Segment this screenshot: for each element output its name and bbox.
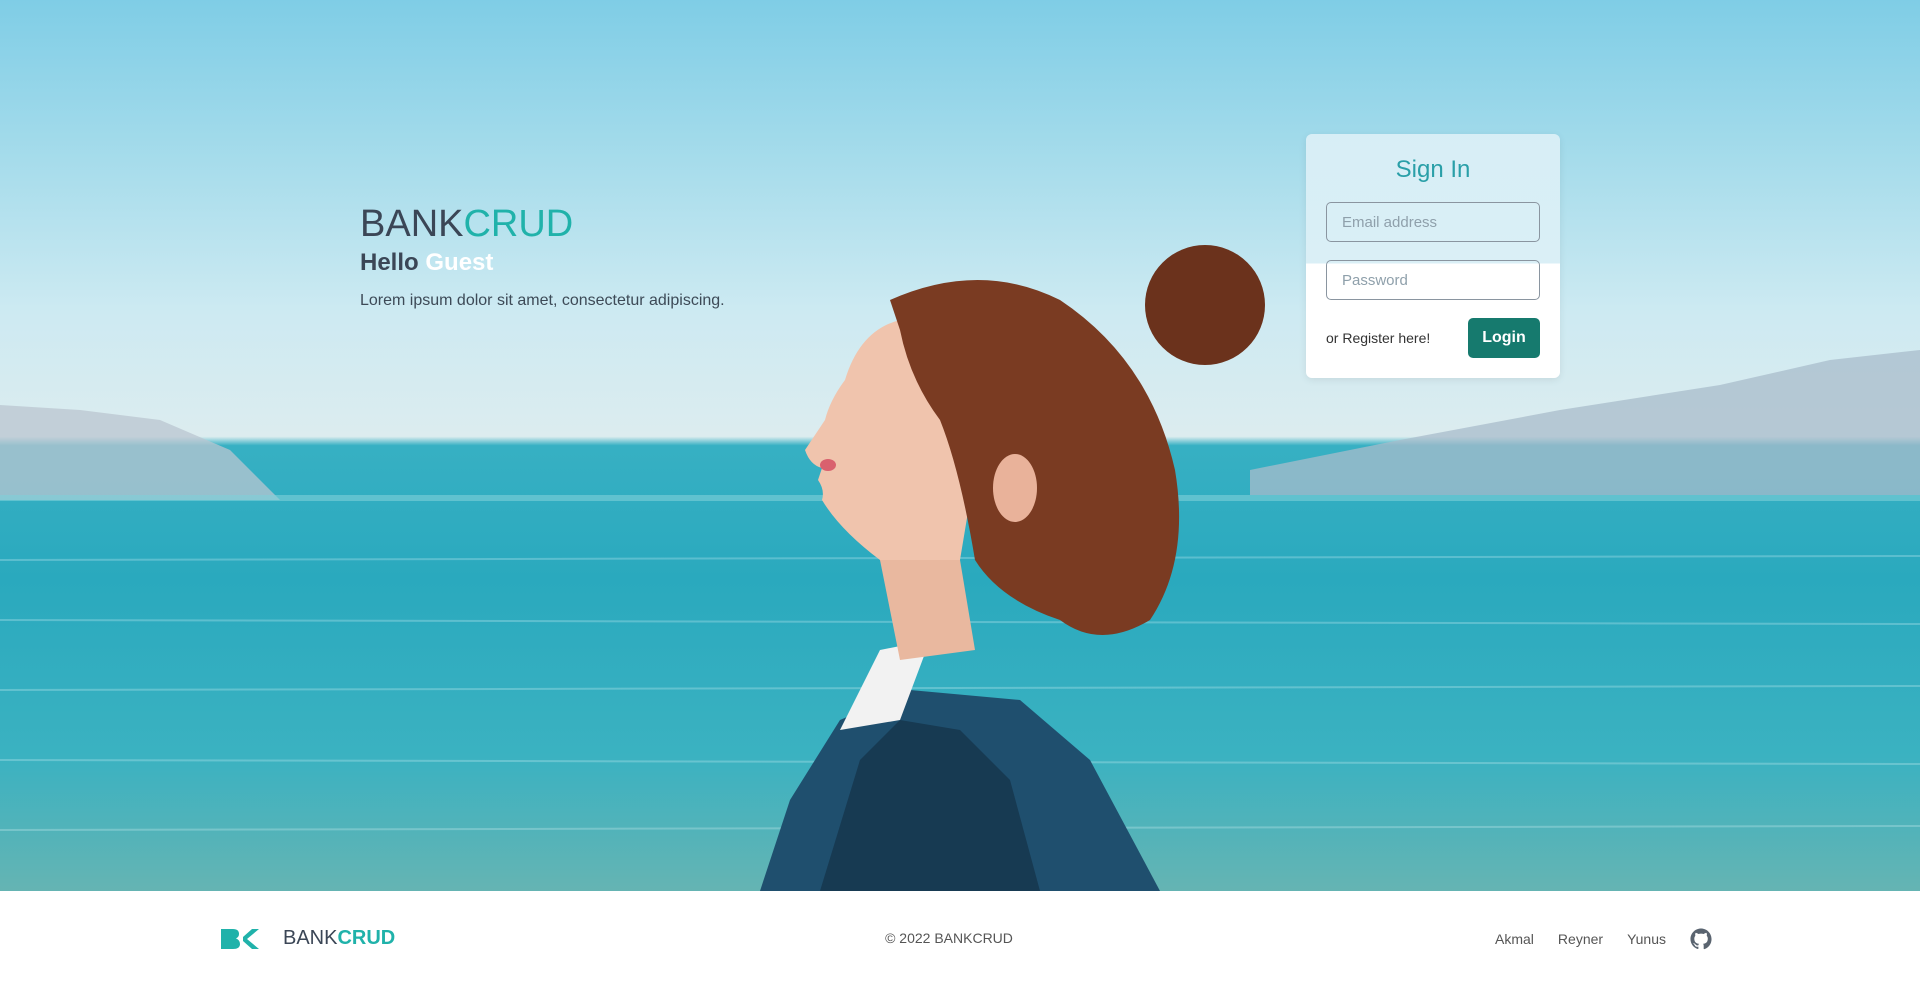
hello-heading: Hello Guest	[360, 248, 725, 278]
footer: BANKCRUD © 2022 BANKCRUD Akmal Reyner Yu…	[0, 891, 1920, 984]
person-figure	[760, 245, 1265, 891]
footer-link-reyner[interactable]: Reyner	[1558, 931, 1603, 947]
footer-link-akmal[interactable]: Akmal	[1495, 931, 1534, 947]
guest-name: Guest	[425, 249, 494, 276]
hero-brand-block: BANKCRUD Hello Guest Lorem ipsum dolor s…	[360, 200, 725, 310]
hero-description: Lorem ipsum dolor sit amet, consectetur …	[360, 292, 725, 309]
hello-text: Hello	[360, 249, 419, 276]
hero-photo	[0, 245, 1920, 891]
hills-left	[0, 405, 280, 500]
register-link[interactable]: or Register here!	[1326, 330, 1430, 346]
hero-brand-title: BANKCRUD	[360, 200, 725, 248]
footer-link-yunus[interactable]: Yunus	[1627, 931, 1666, 947]
password-field[interactable]	[1326, 260, 1540, 300]
login-button[interactable]: Login	[1468, 318, 1540, 358]
hero-background: BANKCRUD Hello Guest Lorem ipsum dolor s…	[0, 0, 1920, 891]
footer-links: Akmal Reyner Yunus	[1495, 928, 1712, 950]
email-field[interactable]	[1326, 202, 1540, 242]
brand-name-main: BANK	[360, 203, 464, 245]
signin-card: Sign In or Register here! Login	[1306, 134, 1560, 378]
brand-name-accent: CRUD	[463, 203, 574, 245]
github-icon[interactable]	[1690, 928, 1712, 950]
signin-title: Sign In	[1395, 156, 1471, 183]
